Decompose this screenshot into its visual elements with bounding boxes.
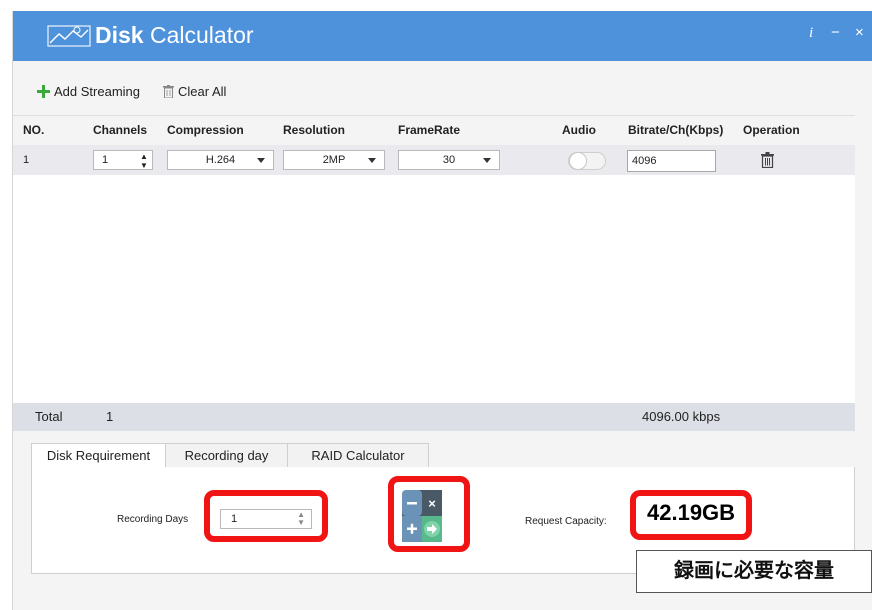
add-streaming-button[interactable]: Add Streaming [37,81,140,101]
logo-icon [47,25,91,47]
compression-select[interactable]: H.264 [167,150,274,170]
close-icon[interactable]: × [855,23,864,43]
highlight-capacity [630,490,752,540]
header-compression: Compression [167,123,244,137]
tab-recording-day[interactable]: Recording day [165,443,288,468]
chevron-down-icon [368,158,376,163]
bitrate-value: 4096 [632,155,657,167]
app-title: Disk Calculator [95,20,254,50]
audio-toggle[interactable] [568,152,606,170]
total-bar: Total 1 4096.00 kbps [13,403,855,431]
highlight-recording-days [204,490,328,542]
header-resolution: Resolution [283,123,345,137]
trash-icon [163,84,174,98]
capacity-annotation-label: 録画に必要な容量 [636,550,872,593]
chevron-down-icon [483,158,491,163]
stepper-arrows-icon[interactable]: ▲ ▼ [140,151,148,170]
channels-value: 1 [102,154,109,166]
resolution-value: 2MP [322,154,346,166]
tab-strip: Disk Requirement Recording day RAID Calc… [31,443,855,468]
header-bitrate: Bitrate/Ch(Kbps) [628,123,724,137]
chevron-down-icon [257,158,265,163]
highlight-calculate-button [388,476,470,552]
header-no: NO. [23,123,45,137]
minimize-icon[interactable]: − [831,23,840,43]
tab-recording-day-label: Recording day [184,448,269,463]
framerate-value: 30 [442,154,456,166]
add-streaming-label: Add Streaming [54,83,140,99]
plus-icon [37,84,50,98]
table-header: NO. Channels Compression Resolution Fram… [13,115,855,145]
delete-row-icon[interactable] [761,152,774,168]
table-row: 1 1 ▲ ▼ H.264 2MP 30 4096 [13,145,855,175]
app-title-bold: Disk [95,22,144,48]
tab-disk-requirement-label: Disk Requirement [46,448,151,463]
channels-stepper[interactable]: 1 ▲ ▼ [93,150,153,170]
row-number: 1 [23,154,30,166]
total-label: Total [35,409,63,424]
toggle-knob [569,152,587,170]
header-channels: Channels [93,123,148,137]
info-icon[interactable]: i [809,23,813,43]
tab-raid-calculator-label: RAID Calculator [311,448,405,463]
resolution-select[interactable]: 2MP [283,150,385,170]
header-framerate: FrameRate [398,123,461,137]
framerate-select[interactable]: 30 [398,150,500,170]
bitrate-input[interactable]: 4096 [627,150,716,172]
request-capacity-label: Request Capacity: [525,516,607,527]
tab-disk-requirement[interactable]: Disk Requirement [31,443,166,468]
app-title-rest: Calculator [143,22,254,48]
compression-value: H.264 [205,154,236,166]
tab-raid-calculator[interactable]: RAID Calculator [287,443,429,468]
streaming-table: 1 1 ▲ ▼ H.264 2MP 30 4096 [13,145,855,403]
total-channels: 1 [106,409,114,424]
toolbar: Add Streaming Clear All [13,61,872,115]
header-audio: Audio [562,123,596,137]
clear-all-button[interactable]: Clear All [163,81,226,101]
clear-all-label: Clear All [178,83,227,99]
recording-days-label: Recording Days [117,514,189,525]
header-operation: Operation [743,123,800,137]
title-bar: Disk Calculator i − × [13,11,872,61]
total-bitrate: 4096.00 kbps [642,409,721,424]
